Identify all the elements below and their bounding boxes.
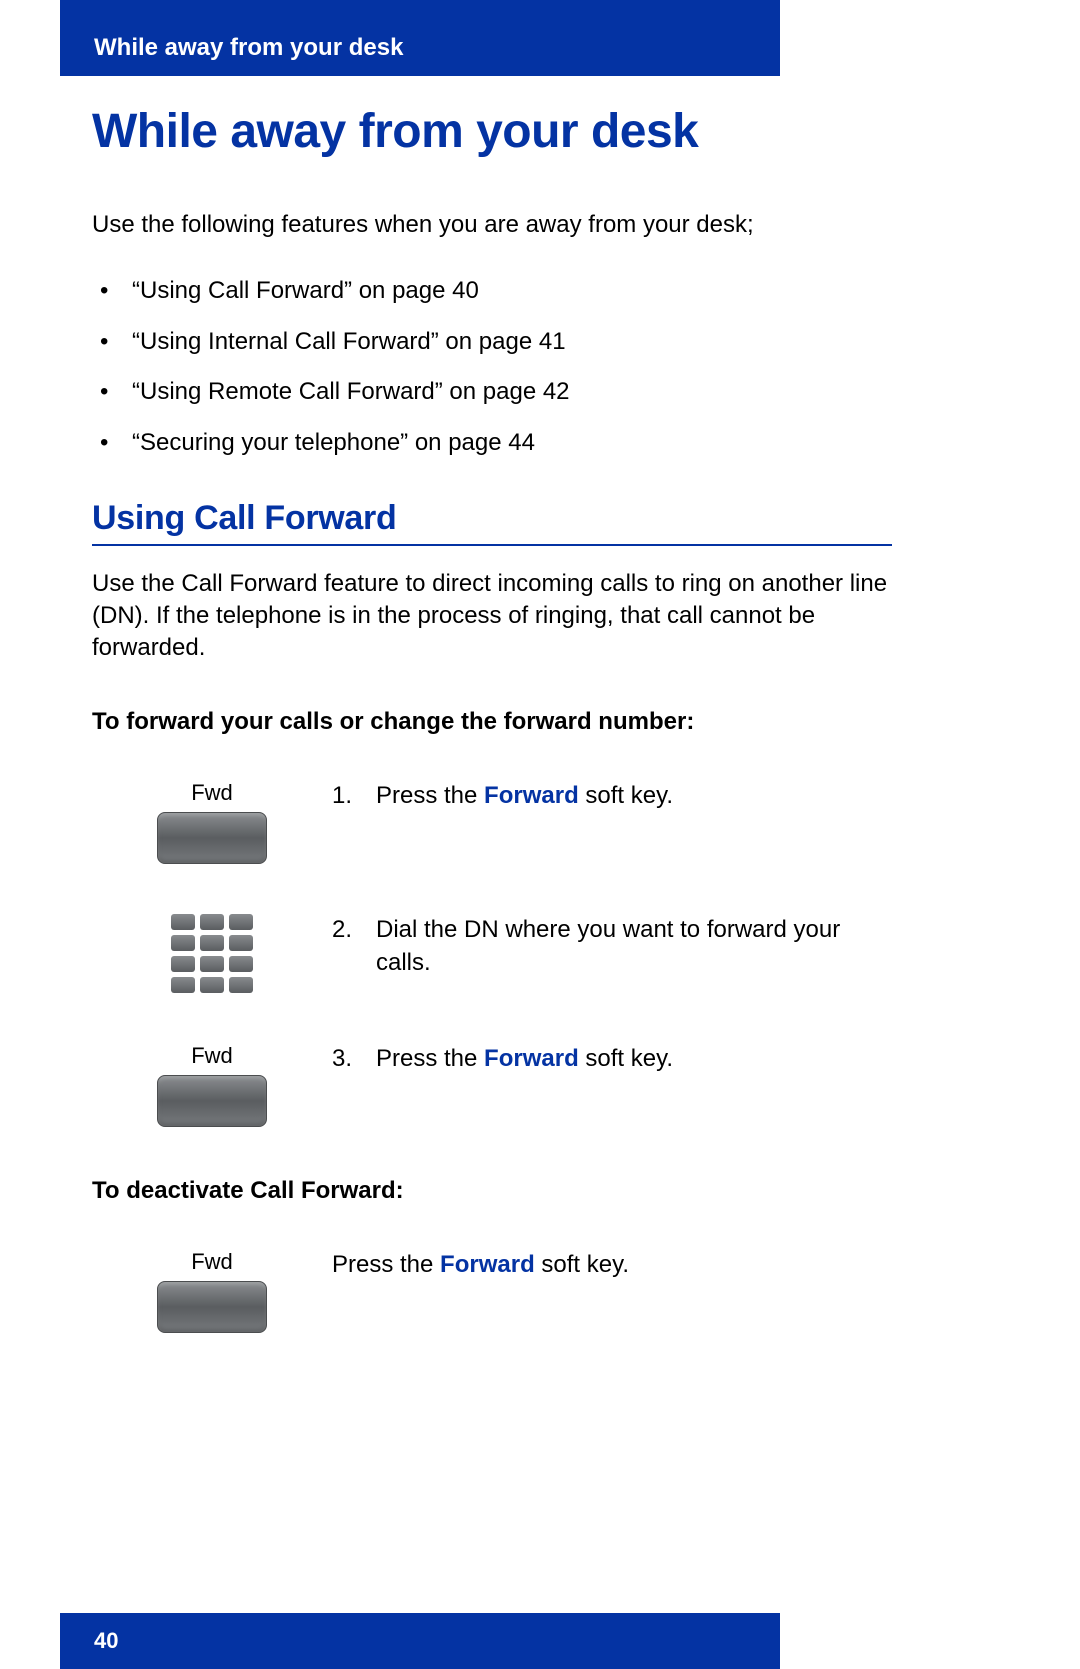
step-icon-cell	[92, 914, 332, 993]
section-body: Use the Call Forward feature to direct i…	[92, 568, 892, 664]
step-body: Press the Forward soft key.	[376, 780, 892, 812]
toc-item: “Using Remote Call Forward” on page 42	[92, 376, 892, 408]
softkey-icon	[157, 1075, 267, 1127]
step-body: Press the Forward soft key.	[376, 1043, 892, 1075]
keypad-icon	[171, 914, 253, 993]
step-row: Fwd Press the Forward soft key.	[92, 1249, 892, 1333]
step-row: 2. Dial the DN where you want to forward…	[92, 914, 892, 993]
header-title: While away from your desk	[94, 34, 403, 62]
step-number: 2.	[332, 914, 376, 946]
step-text: 2. Dial the DN where you want to forward…	[332, 914, 892, 979]
step-row: Fwd 3. Press the Forward soft key.	[92, 1043, 892, 1127]
softkey-label: Fwd	[191, 1249, 233, 1275]
page-header: While away from your desk	[60, 0, 780, 76]
softkey-label: Fwd	[191, 780, 233, 806]
toc-item: “Using Call Forward” on page 40	[92, 275, 892, 307]
step-text-pre: Dial the DN where you want to forward yo…	[376, 916, 840, 975]
step-number: 1.	[332, 780, 376, 812]
page-title: While away from your desk	[92, 104, 892, 159]
step-keyword: Forward	[440, 1251, 535, 1278]
heading-rule	[92, 544, 892, 546]
step-keyword: Forward	[484, 782, 579, 809]
step-text-post: soft key.	[535, 1251, 629, 1278]
step-text-pre: Press the	[376, 782, 484, 809]
softkey-icon	[157, 1281, 267, 1333]
toc-list: “Using Call Forward” on page 40 “Using I…	[92, 275, 892, 459]
step-icon-cell: Fwd	[92, 1043, 332, 1127]
step-number: 3.	[332, 1043, 376, 1075]
step-icon-cell: Fwd	[92, 780, 332, 864]
step-body: Press the Forward soft key.	[332, 1249, 892, 1281]
step-text-pre: Press the	[376, 1045, 484, 1072]
page-footer: 40	[60, 1613, 780, 1669]
section-heading: Using Call Forward	[92, 499, 892, 538]
step-keyword: Forward	[484, 1045, 579, 1072]
step-text: 3. Press the Forward soft key.	[332, 1043, 892, 1075]
page-content: While away from your desk Use the follow…	[92, 104, 892, 1333]
step-icon-cell: Fwd	[92, 1249, 332, 1333]
step-text-post: soft key.	[579, 782, 673, 809]
intro-paragraph: Use the following features when you are …	[92, 209, 892, 241]
step-row: Fwd 1. Press the Forward soft key.	[92, 780, 892, 864]
step-text: 1. Press the Forward soft key.	[332, 780, 892, 812]
toc-item: “Using Internal Call Forward” on page 41	[92, 326, 892, 358]
softkey-label: Fwd	[191, 1043, 233, 1069]
procedure-heading: To deactivate Call Forward:	[92, 1177, 892, 1205]
page-number: 40	[94, 1628, 118, 1654]
softkey-icon	[157, 812, 267, 864]
step-text-post: soft key.	[579, 1045, 673, 1072]
document-page: While away from your desk While away fro…	[0, 0, 1080, 1669]
step-text-pre: Press the	[332, 1251, 440, 1278]
toc-item: “Securing your telephone” on page 44	[92, 427, 892, 459]
procedure-heading: To forward your calls or change the forw…	[92, 708, 892, 736]
step-text: Press the Forward soft key.	[332, 1249, 892, 1281]
step-body: Dial the DN where you want to forward yo…	[376, 914, 892, 979]
